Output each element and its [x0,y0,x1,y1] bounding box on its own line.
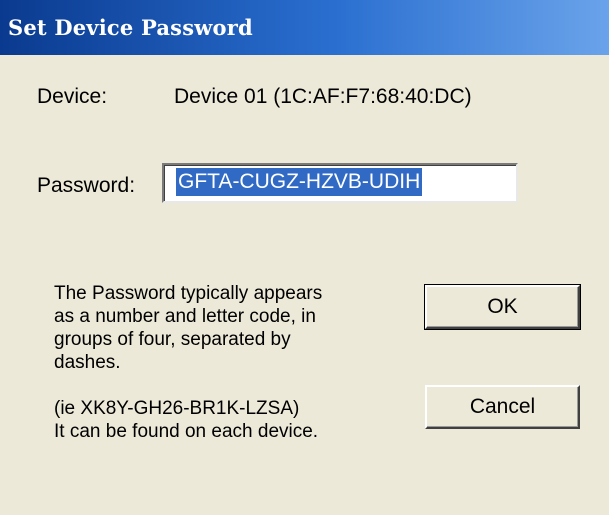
password-input-value: GFTA-CUGZ-HZVB-UDIH [176,168,423,196]
help-line: as a number and letter code, in [54,306,316,327]
help-line: The Password typically appears [54,283,323,304]
help-line: (ie XK8Y-GH26-BR1K-LZSA) [54,398,300,419]
device-label: Device: [37,85,108,108]
device-value: Device 01 (1C:AF:F7:68:40:DC) [174,85,472,108]
set-device-password-dialog: Set Device Password Device: Device 01 (1… [0,0,609,515]
help-line: groups of four, separated by [54,329,291,350]
help-line: It can be found on each device. [54,421,319,442]
password-label: Password: [37,174,136,197]
ok-button[interactable]: OK [424,284,581,330]
help-line: dashes. [54,352,121,373]
title-bar[interactable]: Set Device Password [0,0,609,55]
password-input[interactable]: GFTA-CUGZ-HZVB-UDIH [162,163,518,203]
cancel-button[interactable]: Cancel [425,385,580,429]
help-line-spacer [54,374,394,397]
window-title: Set Device Password [8,15,253,40]
help-text: The Password typically appears as a numb… [54,282,394,443]
